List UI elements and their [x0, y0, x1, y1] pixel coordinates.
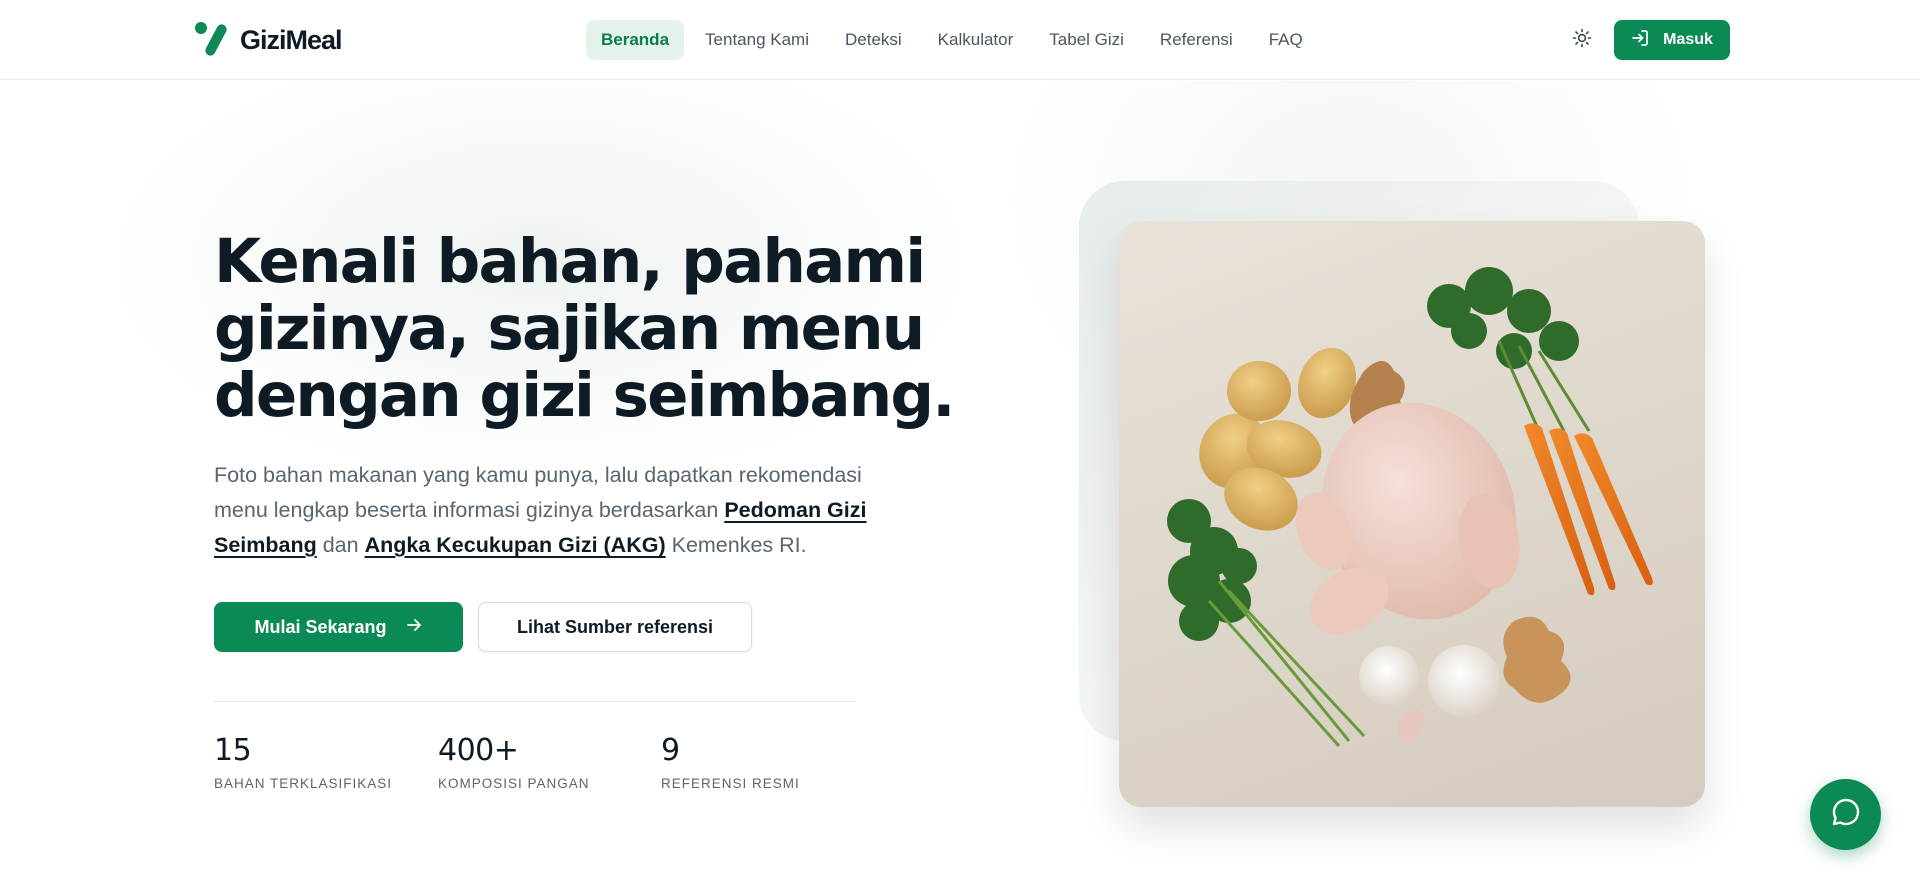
nav-item-beranda[interactable]: Beranda [586, 20, 685, 60]
stat-referensi: 9 REFERENSI RESMI [661, 733, 800, 791]
stat-label: KOMPOSISI PANGAN [438, 776, 590, 791]
login-icon [1631, 29, 1649, 52]
theme-toggle-button[interactable] [1570, 28, 1594, 52]
stat-bahan: 15 BAHAN TERKLASIFIKASI [214, 733, 392, 791]
brand-logo[interactable]: GiziMeal [194, 21, 343, 59]
stat-value: 15 [214, 733, 252, 768]
akg-link[interactable]: Angka Kecukupan Gizi (AKG) [365, 533, 666, 557]
main-nav: Beranda Tentang Kami Deteksi Kalkulator … [586, 20, 1318, 60]
stat-value: 9 [661, 733, 680, 768]
nav-item-tabel-gizi[interactable]: Tabel Gizi [1034, 20, 1139, 60]
nav-item-referensi[interactable]: Referensi [1145, 20, 1248, 60]
nav-item-kalkulator[interactable]: Kalkulator [923, 20, 1029, 60]
nav-item-faq[interactable]: FAQ [1254, 20, 1318, 60]
gizimeal-logo-icon [194, 21, 232, 59]
hero-headline: Kenali bahan, pahami gizinya, sajikan me… [214, 226, 955, 431]
top-navbar: GiziMeal Beranda Tentang Kami Deteksi Ka… [0, 0, 1920, 80]
nav-item-tentang-kami[interactable]: Tentang Kami [690, 20, 824, 60]
chat-bubble-icon [1830, 796, 1862, 833]
login-button[interactable]: Masuk [1614, 20, 1730, 60]
sun-icon [1572, 28, 1592, 53]
stat-value: 400+ [438, 733, 519, 768]
view-references-button[interactable]: Lihat Sumber referensi [478, 602, 752, 652]
arrow-right-icon [405, 616, 423, 639]
stat-label: REFERENSI RESMI [661, 776, 800, 791]
start-now-button[interactable]: Mulai Sekarang [214, 602, 463, 652]
stats-divider [214, 701, 854, 702]
hero-food-image [1119, 221, 1705, 807]
stat-komposisi: 400+ KOMPOSISI PANGAN [438, 733, 590, 791]
hero-description-text-3: Kemenkes RI. [665, 533, 807, 557]
brand-name: GiziMeal [240, 24, 343, 55]
nav-item-deteksi[interactable]: Deteksi [830, 20, 917, 60]
login-label: Masuk [1663, 31, 1713, 48]
stat-label: BAHAN TERKLASIFIKASI [214, 776, 393, 791]
hero-description: Foto bahan makanan yang kamu punya, lalu… [214, 458, 914, 563]
start-now-label: Mulai Sekarang [254, 616, 387, 637]
chat-button[interactable] [1810, 779, 1881, 850]
ingredients-illustration [1167, 267, 1653, 748]
hero-description-text-2: dan [316, 533, 365, 557]
